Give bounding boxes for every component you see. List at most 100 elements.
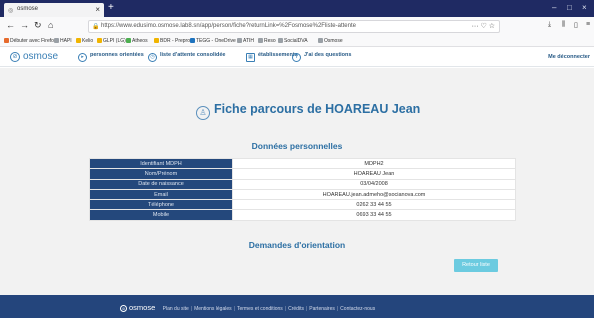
reload-icon[interactable]: ↻: [34, 20, 42, 31]
lock-icon: 🔒: [92, 24, 100, 30]
footer-logo: ⊘ osmose: [120, 303, 156, 312]
field-value: 0262 33 44 55: [232, 199, 516, 211]
bookmark-item[interactable]: Osmose: [318, 38, 343, 44]
bookmark-icon: [318, 38, 323, 43]
bookmark-icon: [4, 38, 9, 43]
footer-link[interactable]: Termes et conditions: [237, 306, 283, 312]
section-title-personal: Données personnelles: [251, 141, 343, 151]
downloads-icon[interactable]: ⤓: [548, 21, 551, 29]
forward-icon[interactable]: →: [20, 20, 29, 30]
field-value: 03/04/2008: [232, 178, 516, 190]
table-row: Email HOAREAU.jean.admeho@socianova.com: [89, 188, 516, 201]
menu-icon[interactable]: ≡: [586, 21, 590, 28]
bookmark-icon: [54, 38, 59, 43]
building-icon: ▦: [246, 53, 255, 62]
nav-questions[interactable]: ? J'ai des questions: [292, 52, 351, 62]
field-label: Téléphone: [89, 199, 233, 211]
logout-link[interactable]: Me déconnecter: [548, 54, 590, 60]
user-icon: ♙: [196, 106, 210, 120]
bookmark-icon: [76, 38, 81, 43]
footer-link[interactable]: Plan du site: [163, 306, 189, 312]
field-label: Date de naissance: [89, 178, 233, 190]
bookmark-label: Atheos: [132, 38, 148, 44]
bookmark-icon: [154, 38, 159, 43]
field-value: 0693 33 44 55: [232, 209, 516, 221]
bookmark-label: Kelio: [82, 38, 94, 44]
bookmark-item[interactable]: SocialDVA: [278, 38, 308, 44]
minimize-icon[interactable]: –: [552, 3, 556, 12]
footer-separator: |: [233, 306, 235, 312]
bookmark-item[interactable]: Kelio: [76, 38, 93, 44]
bookmark-icon: [97, 38, 102, 43]
footer-separator: |: [305, 306, 308, 312]
bookmark-icon: [126, 38, 131, 43]
field-label: Email: [89, 188, 233, 201]
osmose-logo[interactable]: ⊘ osmose: [10, 51, 58, 62]
back-to-list-button[interactable]: Retour liste: [454, 259, 498, 272]
browser-tab-bar: ◎ osmose × + – □ ×: [0, 0, 594, 17]
bookmark-label: ATIH: [243, 38, 255, 44]
bookmark-icon: [237, 38, 242, 43]
footer-link[interactable]: Crédits: [288, 306, 304, 312]
close-tab-icon[interactable]: ×: [95, 5, 100, 14]
bookmark-label: SocialDVA: [284, 38, 308, 44]
table-row: Téléphone 0262 33 44 55: [89, 199, 516, 211]
question-icon: ?: [292, 53, 301, 62]
bookmark-label: Reso: [264, 38, 276, 44]
bookmark-item[interactable]: TEGG - OneDrive: [190, 38, 236, 44]
clock-icon: ◷: [148, 53, 157, 62]
bookmark-icon: [278, 38, 283, 43]
favicon-icon: ◎: [8, 8, 14, 14]
app-header: ⊘ osmose ▸ personnes orientées ◷ liste d'at…: [0, 47, 594, 67]
nav-etablissements[interactable]: ▦ établissements: [246, 52, 298, 62]
footer-separator: |: [336, 306, 339, 312]
home-icon[interactable]: ⌂: [48, 20, 53, 30]
bookmark-label: GLPI (LG): [103, 38, 126, 44]
logo-icon: ⊘: [10, 52, 20, 62]
bookmark-item[interactable]: BDR - Preprod: [154, 38, 193, 44]
main-content: ♙ Fiche parcours de HOAREAU Jean Données …: [0, 68, 594, 295]
library-icon[interactable]: ⫼: [562, 21, 565, 29]
bookmark-icon: [190, 38, 195, 43]
bookmark-label: Débuter avec Firefox: [10, 38, 57, 44]
browser-tab[interactable]: ◎ osmose ×: [4, 3, 104, 17]
personal-data-table: Identifiant MDPH MDPH2 Nom/Prénom HOAREAU J…: [89, 157, 516, 221]
tab-title: osmose: [17, 6, 39, 12]
bookmark-item[interactable]: Atheos: [126, 38, 148, 44]
field-value: HOAREAU.jean.admeho@socianova.com: [232, 188, 516, 201]
footer-link[interactable]: Partenaires: [309, 306, 335, 312]
field-label: Mobile: [89, 209, 233, 221]
bookmark-item[interactable]: Débuter avec Firefox: [4, 38, 56, 44]
close-window-icon[interactable]: ×: [582, 3, 587, 12]
maximize-icon[interactable]: □: [567, 3, 572, 12]
url-bar[interactable]: 🔒 https://www.edusimo.osmose.lab8.sn/app…: [88, 20, 500, 33]
bookmark-label: HAPI: [60, 38, 72, 44]
browser-nav-bar: ← → ↻ ⌂ 🔒 https://www.edusimo.osmose.lab…: [0, 17, 594, 36]
bookmark-label: BDR - Preprod: [160, 38, 193, 44]
footer-logo-icon: ⊘: [120, 305, 127, 312]
bookmark-item[interactable]: ATIH: [237, 38, 254, 44]
table-row: Mobile 0693 33 44 55: [89, 209, 516, 221]
footer-link[interactable]: Contactez-nous: [340, 306, 375, 312]
bookmark-item[interactable]: Reso: [258, 38, 276, 44]
field-value: HOAREAU Jean: [232, 168, 516, 180]
table-row: Nom/Prénom HOAREAU Jean: [89, 168, 516, 180]
sidebar-icon[interactable]: ▯: [574, 21, 578, 29]
field-label: Nom/Prénom: [89, 168, 233, 180]
bookmark-label: TEGG - OneDrive: [196, 38, 236, 44]
new-tab-button[interactable]: +: [108, 2, 114, 13]
page-title: ♙ Fiche parcours de HOAREAU Jean: [196, 102, 420, 120]
nav-personnes-orientees[interactable]: ▸ personnes orientées: [78, 52, 144, 62]
bookmark-item[interactable]: HAPI: [54, 38, 72, 44]
footer-separator: |: [190, 306, 193, 312]
nav-liste-attente[interactable]: ◷ liste d'attente consolidée: [148, 52, 226, 62]
bookmark-item[interactable]: GLPI (LG): [97, 38, 126, 44]
table-row: Identifiant MDPH MDPH2: [89, 157, 516, 170]
field-label: Identifiant MDPH: [89, 157, 233, 170]
table-row: Date de naissance 03/04/2008: [89, 178, 516, 190]
footer-links: ⊘ osmose Plan du site | Mentions légales | Te…: [120, 303, 375, 312]
field-value: MDPH2: [232, 157, 516, 170]
page-actions-icon[interactable]: ··· ♡ ☆: [472, 22, 495, 30]
back-icon[interactable]: ←: [6, 20, 15, 30]
footer-link[interactable]: Mentions légales: [194, 306, 232, 312]
